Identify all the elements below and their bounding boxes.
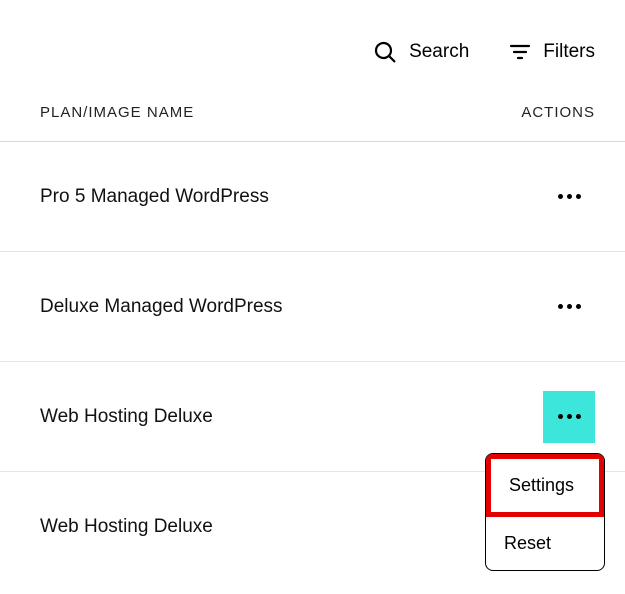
table-row: Pro 5 Managed WordPress	[0, 142, 625, 252]
search-icon	[373, 40, 397, 64]
row-actions-button[interactable]	[543, 391, 595, 443]
table-header: PLAN/IMAGE NAME ACTIONS	[0, 84, 625, 142]
column-actions: ACTIONS	[521, 104, 595, 121]
table-row: Deluxe Managed WordPress	[0, 252, 625, 362]
filters-label: Filters	[543, 41, 595, 63]
plan-name: Web Hosting Deluxe	[40, 406, 213, 428]
more-icon	[558, 194, 581, 199]
row-actions-button[interactable]	[543, 171, 595, 223]
filter-icon	[509, 41, 531, 63]
more-icon	[558, 414, 581, 419]
plan-name: Pro 5 Managed WordPress	[40, 186, 269, 208]
search-label: Search	[409, 41, 469, 63]
actions-dropdown: Settings Reset	[485, 453, 605, 571]
plan-name: Deluxe Managed WordPress	[40, 296, 283, 318]
plan-name: Web Hosting Deluxe	[40, 516, 213, 538]
dropdown-item-settings[interactable]: Settings	[486, 454, 604, 517]
filters-button[interactable]: Filters	[509, 41, 595, 63]
dropdown-item-reset[interactable]: Reset	[486, 517, 604, 570]
search-button[interactable]: Search	[373, 40, 469, 64]
more-icon	[558, 304, 581, 309]
column-plan-name: PLAN/IMAGE NAME	[40, 104, 194, 121]
row-actions-button[interactable]	[543, 281, 595, 333]
toolbar: Search Filters	[0, 0, 625, 84]
